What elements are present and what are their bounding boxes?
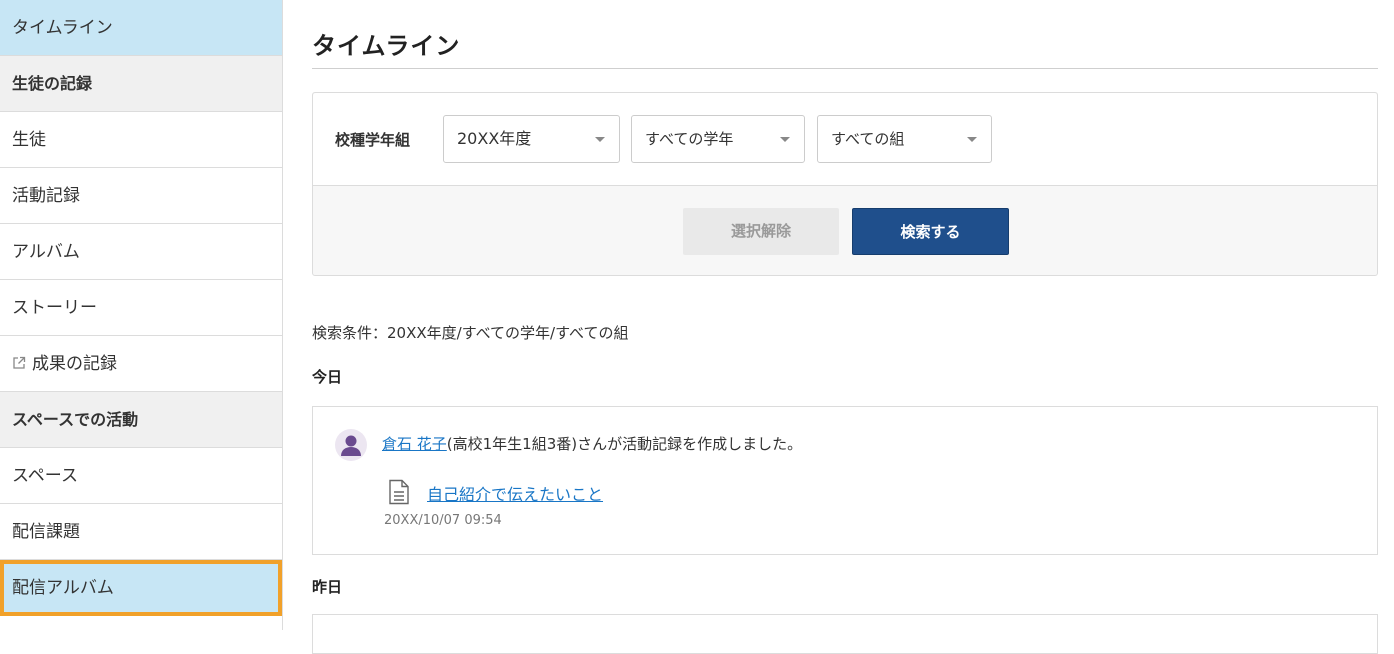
document-icon [389,479,409,505]
user-icon [341,435,361,456]
grade-select[interactable]: すべての学年 [631,115,805,163]
user-name-link[interactable]: 倉石 花子 [382,435,447,453]
avatar [335,429,367,461]
chevron-down-icon [780,137,790,142]
page-title: タイムライン [312,32,461,60]
grade-select-value: すべての学年 [645,130,734,148]
sidebar-item-label: 配信課題 [12,522,80,542]
class-select-value: すべての組 [831,130,905,148]
activity-document-link[interactable]: 自己紹介で伝えたいこと [427,481,603,505]
sidebar-item-story[interactable]: ストーリー [0,280,282,336]
sidebar-item-label: 活動記録 [12,186,80,206]
timeline-entry [312,614,1378,654]
sidebar-item-label: スペース [12,466,78,486]
filter-row: 校種学年組 20XX年度 すべての学年 すべての組 [313,93,1377,186]
sidebar-item-album[interactable]: アルバム [0,224,282,280]
sidebar-item-students[interactable]: 生徒 [0,112,282,168]
sidebar-item-space[interactable]: スペース [0,448,282,504]
timeline-entry: 倉石 花子(高校1年生1組3番)さんが活動記録を作成しました。 自己紹介で伝えた… [312,406,1378,555]
sidebar-section-label: スペースでの活動 [12,410,139,429]
sidebar-item-label: 生徒 [12,130,46,150]
sidebar-item-label: 成果の記録 [32,354,117,374]
entry-detail: (高校1年生1組3番)さんが活動記録を作成しました。 [446,435,803,453]
chevron-down-icon [967,137,977,142]
class-select[interactable]: すべての組 [817,115,992,163]
year-select-value: 20XX年度 [457,129,532,148]
filter-label: 校種学年組 [335,131,411,149]
sidebar-item-label: 配信アルバム [12,578,114,598]
sidebar-item-assigned-album[interactable]: 配信アルバム [0,560,282,616]
sidebar-section-space-activities: スペースでの活動 [0,392,282,448]
title-divider [312,68,1378,69]
external-link-icon [13,356,26,369]
sidebar: タイムライン 生徒の記録 生徒 活動記録 アルバム ストーリー 成果の記録 スペ… [0,0,283,630]
search-conditions: 検索条件：20XX年度/すべての学年/すべての組 [312,324,629,342]
entry-summary: 倉石 花子(高校1年生1組3番)さんが活動記録を作成しました。 [382,433,802,454]
sidebar-item-label: タイムライン [12,18,113,38]
sidebar-section-label: 生徒の記録 [12,74,93,93]
sidebar-item-label: アルバム [12,242,80,262]
sidebar-section-student-records: 生徒の記録 [0,56,282,112]
clear-selection-button[interactable]: 選択解除 [683,208,839,255]
sidebar-item-label: ストーリー [12,298,97,318]
filter-panel: 校種学年組 20XX年度 すべての学年 すべての組 選択解除 検索する [312,92,1378,276]
day-label-yesterday: 昨日 [312,578,343,596]
sidebar-item-timeline[interactable]: タイムライン [0,0,282,56]
day-label-today: 今日 [312,368,343,386]
search-button[interactable]: 検索する [852,208,1009,255]
year-select[interactable]: 20XX年度 [443,115,620,163]
chevron-down-icon [595,137,605,142]
sidebar-item-activity-records[interactable]: 活動記録 [0,168,282,224]
sidebar-item-achievement-records[interactable]: 成果の記録 [0,336,282,392]
sidebar-item-assigned-tasks[interactable]: 配信課題 [0,504,282,560]
entry-timestamp: 20XX/10/07 09:54 [384,513,502,528]
